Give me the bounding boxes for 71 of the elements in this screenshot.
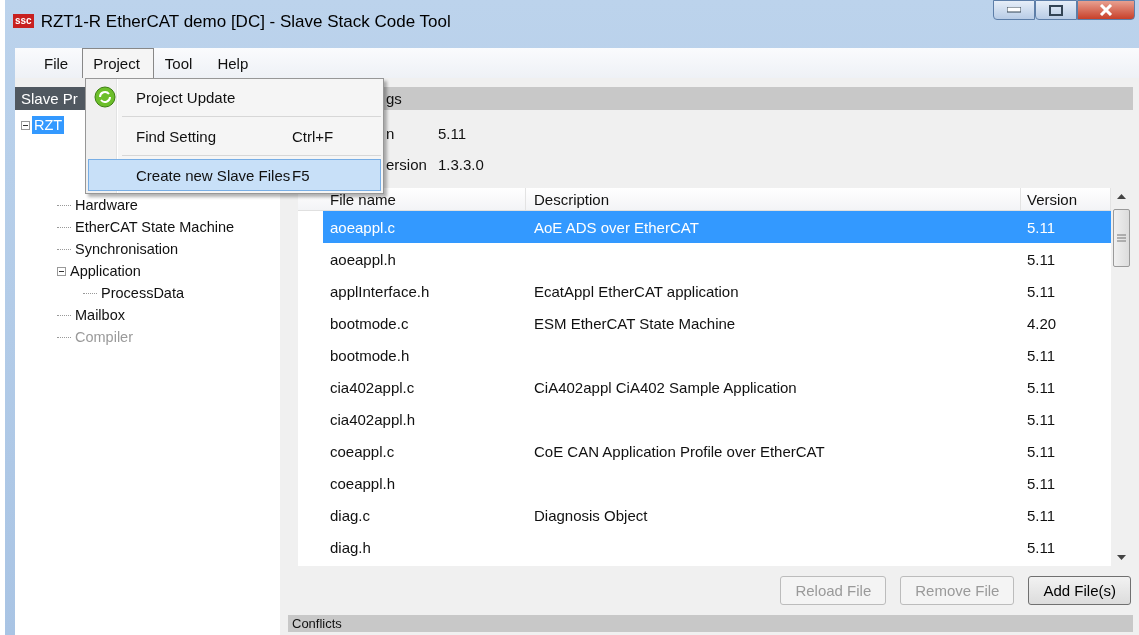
panel-header: Conflicts bbox=[288, 615, 1133, 632]
table-row[interactable]: coeappl.c CoE CAN Application Profile over EtherCAT 5.11 bbox=[298, 435, 1111, 467]
table-row[interactable]: diag.h 5.11 bbox=[298, 531, 1111, 563]
field-value: 5.11 bbox=[438, 125, 467, 142]
collapse-icon[interactable] bbox=[21, 120, 30, 130]
table-cell: EcatAppl EtherCAT application bbox=[534, 282, 739, 300]
minimize-button[interactable] bbox=[993, 0, 1035, 20]
tree-item[interactable]: ProcessData bbox=[99, 284, 186, 302]
app-logo: ssc bbox=[13, 14, 34, 28]
table-cell: aoeappl.h bbox=[330, 250, 396, 268]
table-cell: 4.20 bbox=[1027, 314, 1057, 332]
tree-item[interactable]: EtherCAT State Machine bbox=[73, 218, 237, 236]
action-button[interactable]: Add File(s) bbox=[1028, 576, 1131, 605]
table-row[interactable]: applInterface.h EcatAppl EtherCAT application 5.11 bbox=[298, 275, 1111, 307]
menu-item[interactable]: Find Setting Ctrl+F bbox=[88, 120, 381, 152]
table-cell: 5.11 bbox=[1027, 282, 1056, 300]
menu-item[interactable]: Tool bbox=[153, 48, 207, 78]
table-cell: diag.h bbox=[330, 538, 371, 556]
tree-item[interactable]: Mailbox bbox=[73, 306, 127, 324]
window-title: RZT1-R EtherCAT demo [DC] - Slave Stack Code Tool bbox=[40, 12, 451, 32]
maximize-icon bbox=[1049, 4, 1063, 16]
collapse-icon[interactable] bbox=[57, 266, 66, 276]
table-cell: bootmode.c bbox=[330, 314, 409, 332]
scroll-down-icon[interactable] bbox=[1116, 555, 1126, 560]
menu-item[interactable]: Help bbox=[206, 48, 263, 78]
table-row[interactable]: bootmode.c ESM EtherCAT State Machine 4.20 bbox=[298, 307, 1111, 339]
refresh-icon bbox=[94, 86, 116, 108]
table-cell: 5.11 bbox=[1027, 378, 1056, 396]
table-cell: 5.11 bbox=[1027, 538, 1056, 556]
table-cell: 5.11 bbox=[1027, 346, 1056, 364]
table-cell: ESM EtherCAT State Machine bbox=[534, 314, 736, 332]
table-cell: cia402appl.c bbox=[330, 378, 415, 396]
minimize-icon bbox=[1007, 7, 1021, 13]
table-cell: 5.11 bbox=[1027, 442, 1056, 460]
close-icon bbox=[1099, 4, 1113, 16]
table-row[interactable]: bootmode.h 5.11 bbox=[298, 339, 1111, 371]
menu-item[interactable]: Create new Slave FilesF5 bbox=[88, 159, 381, 191]
table-cell: Diagnosis Object bbox=[534, 506, 648, 524]
menu-item[interactable]: Project bbox=[82, 48, 154, 78]
menu-item[interactable]: File bbox=[33, 48, 83, 78]
table-cell: applInterface.h bbox=[330, 282, 430, 300]
table-row[interactable]: cia402appl.c CiA402appl CiA402 Sample Application 5.11 bbox=[298, 371, 1111, 403]
table-cell: coeappl.h bbox=[330, 474, 396, 492]
table-cell: 5.11 bbox=[1027, 218, 1056, 236]
scroll-thumb[interactable] bbox=[1112, 209, 1130, 267]
table-cell: bootmode.h bbox=[330, 346, 410, 364]
table-cell: AoE ADS over EtherCAT bbox=[534, 218, 699, 236]
table-cell: 5.11 bbox=[1027, 474, 1056, 492]
table-cell: diag.c bbox=[330, 506, 371, 524]
table-cell: aoeappl.c bbox=[330, 218, 396, 236]
tree-item[interactable]: Synchronisation bbox=[73, 240, 181, 258]
scroll-up-icon[interactable] bbox=[1116, 194, 1126, 199]
table-cell: CoE CAN Application Profile over EtherCAT bbox=[534, 442, 825, 460]
maximize-button[interactable] bbox=[1035, 0, 1077, 20]
table-row[interactable]: coeappl.h 5.11 bbox=[298, 467, 1111, 499]
table-row[interactable]: diag.c Diagnosis Object 5.11 bbox=[298, 499, 1111, 531]
table-cell: cia402appl.h bbox=[330, 410, 416, 428]
table-cell: CiA402appl CiA402 Sample Application bbox=[534, 378, 797, 396]
close-button[interactable] bbox=[1077, 0, 1135, 20]
field-label: ersion bbox=[386, 156, 427, 173]
table-cell: coeappl.c bbox=[330, 442, 395, 460]
table-row[interactable]: aoeappl.h 5.11 bbox=[298, 243, 1111, 275]
table-cell: 5.11 bbox=[1027, 410, 1056, 428]
table-cell: 5.11 bbox=[1027, 506, 1056, 524]
field-label: n bbox=[386, 125, 395, 142]
table-cell: 5.11 bbox=[1027, 250, 1056, 268]
field-value: 1.3.3.0 bbox=[438, 156, 484, 173]
column-header[interactable]: Description bbox=[526, 188, 1021, 210]
table-row[interactable]: cia402appl.h 5.11 bbox=[298, 403, 1111, 435]
tree-item[interactable]: Hardware bbox=[73, 196, 140, 214]
tree-item[interactable]: Application bbox=[68, 262, 143, 280]
